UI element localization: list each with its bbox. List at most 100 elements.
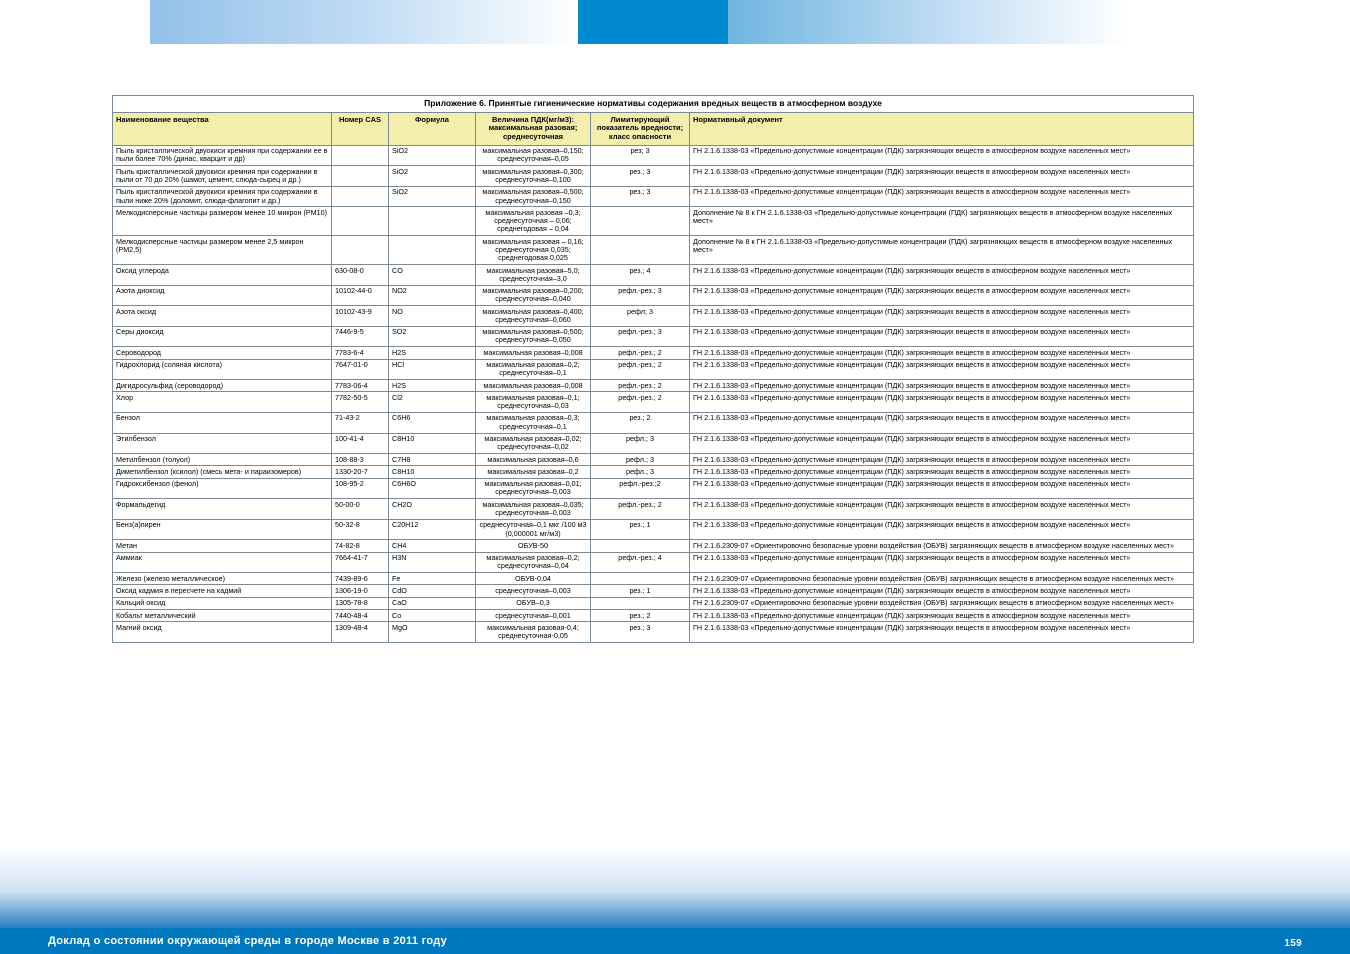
table-row: Этилбензол100-41-4C8H10максимальная разо…	[113, 434, 1193, 454]
table-cell: Диметилбензол (ксилол) (смесь мета- и па…	[113, 466, 331, 477]
table-cell: максимальная разовая–0,2; среднесуточная…	[476, 360, 590, 380]
table-cell: CH2O	[389, 499, 475, 519]
table-cell: ГН 2.1.6.2309-07 «Ориентировочно безопас…	[690, 598, 1193, 609]
table-cell: ГН 2.1.6.2309-07 «Ориентировочно безопас…	[690, 540, 1193, 551]
table-row: Оксид углерода630-08-0COмаксимальная раз…	[113, 265, 1193, 285]
table-cell	[591, 207, 689, 235]
table-cell: SiO2	[389, 166, 475, 186]
table-cell	[389, 207, 475, 235]
table-row: Метан74-82-8CH4ОБУВ-50ГН 2.1.6.2309-07 «…	[113, 540, 1193, 551]
table-cell: ГН 2.1.6.1338-03 «Предельно-допустимые к…	[690, 499, 1193, 519]
table-cell: 1306-19-0	[332, 585, 388, 596]
table-cell: 7439-89-6	[332, 573, 388, 584]
table-cell: 7782-50-5	[332, 392, 388, 412]
table-cell: максимальная разовая–0,6	[476, 454, 590, 465]
table-cell: ГН 2.1.6.1338-03 «Предельно-допустимые к…	[690, 265, 1193, 285]
table-cell: 1305-78-8	[332, 598, 388, 609]
table-cell: ГН 2.1.6.1338-03 «Предельно-допустимые к…	[690, 392, 1193, 412]
table-row: Сероводород7783-6-4H2Sмаксимальная разов…	[113, 347, 1193, 358]
table-cell: Co	[389, 610, 475, 621]
table-cell: ГН 2.1.6.1338-03 «Предельно-допустимые к…	[690, 553, 1193, 573]
table-cell: рез; 3	[591, 146, 689, 166]
table-cell: рефл.; 3	[591, 434, 689, 454]
table-cell: ГН 2.1.6.1338-03 «Предельно-допустимые к…	[690, 347, 1193, 358]
table-cell: ГН 2.1.6.1338-03 «Предельно-допустимые к…	[690, 610, 1193, 621]
table-cell: Пыль кристаллической двуокиси кремния пр…	[113, 187, 331, 207]
table-cell: ГН 2.1.6.1338-03 «Предельно-допустимые к…	[690, 585, 1193, 596]
table-cell: Дополнение № 8 к ГН 2.1.6.1338-03 «Преде…	[690, 207, 1193, 235]
table-cell: максимальная разовая–0,150; среднесуточн…	[476, 146, 590, 166]
table-cell: 50-32-8	[332, 520, 388, 540]
data-table: Приложение 6. Принятые гигиенические нор…	[112, 95, 1194, 643]
header-tab	[578, 0, 728, 44]
table-cell: Метан	[113, 540, 331, 551]
table-cell: ГН 2.1.6.1338-03 «Предельно-допустимые к…	[690, 479, 1193, 499]
table-cell: ГН 2.1.6.1338-03 «Предельно-допустимые к…	[690, 360, 1193, 380]
col-header: Формула	[389, 113, 475, 145]
table-cell: Азота диоксид	[113, 286, 331, 306]
table-cell: Пыль кристаллической двуокиси кремния пр…	[113, 166, 331, 186]
table-cell: среднесуточная–0,003	[476, 585, 590, 596]
table-cell: рез.; 4	[591, 265, 689, 285]
table-row: Кальций оксид1305-78-8CaOОБУВ–0,3ГН 2.1.…	[113, 598, 1193, 609]
table-cell: Азота оксид	[113, 306, 331, 326]
table-row: Гидроксибензол (фенол)108-95-2C6H6Oмакси…	[113, 479, 1193, 499]
table-row: Аммиак7664-41-7H3Nмаксимальная разовая–0…	[113, 553, 1193, 573]
table-cell: Оксид кадмия в пересчете на кадмий	[113, 585, 331, 596]
table-cell: SO2	[389, 327, 475, 347]
table-cell: рез.; 1	[591, 520, 689, 540]
table-cell	[591, 598, 689, 609]
table-row: Мелкодисперсные частицы размером менее 1…	[113, 207, 1193, 235]
table-cell: максимальная разовая–0,3; среднесуточная…	[476, 413, 590, 433]
table-cell: рефл.-рез.; 2	[591, 360, 689, 380]
table-cell: Метилбензол (толуол)	[113, 454, 331, 465]
table-row: Хлор7782-50-5Cl2максимальная разовая–0,1…	[113, 392, 1193, 412]
table-cell: NO	[389, 306, 475, 326]
table-cell: рефл.-рез.; 2	[591, 392, 689, 412]
table-cell: Cl2	[389, 392, 475, 412]
table-cell: ГН 2.1.6.1338-03 «Предельно-допустимые к…	[690, 454, 1193, 465]
table-cell: Fe	[389, 573, 475, 584]
table-cell: CdO	[389, 585, 475, 596]
table-cell: рефл.-рез.; 2	[591, 499, 689, 519]
col-header: Величина ПДК(мг/м3): максимальная разова…	[476, 113, 590, 145]
table-cell: рез.; 3	[591, 187, 689, 207]
table-cell: Гидрохлорид (соляная кислота)	[113, 360, 331, 380]
table-cell: 10102-43-9	[332, 306, 388, 326]
table-cell: рез.; 3	[591, 622, 689, 642]
table-cell: рез.; 3	[591, 166, 689, 186]
table-cell: H2S	[389, 380, 475, 391]
table-cell: C8H10	[389, 466, 475, 477]
table-cell: ГН 2.1.6.1338-03 «Предельно-допустимые к…	[690, 380, 1193, 391]
table-cell: Оксид углерода	[113, 265, 331, 285]
table-row: Дигидросульфид (сероводород)7783-06-4H2S…	[113, 380, 1193, 391]
table-cell: 7440-48-4	[332, 610, 388, 621]
table-cell: Формальдегид	[113, 499, 331, 519]
table-cell: Серы диоксид	[113, 327, 331, 347]
table-row: Бензол71-43-2C6H6максимальная разовая–0,…	[113, 413, 1193, 433]
table-cell: SiO2	[389, 187, 475, 207]
table-row: Пыль кристаллической двуокиси кремния пр…	[113, 146, 1193, 166]
table-cell	[332, 187, 388, 207]
table-cell: 108-88-3	[332, 454, 388, 465]
table-row: Метилбензол (толуол)108-88-3C7H8максимал…	[113, 454, 1193, 465]
table-cell: ГН 2.1.6.2309-07 «Ориентировочно безопас…	[690, 573, 1193, 584]
table-cell: ГН 2.1.6.1338-03 «Предельно-допустимые к…	[690, 187, 1193, 207]
table-cell: ОБУВ–0,3	[476, 598, 590, 609]
table-row: Пыль кристаллической двуокиси кремния пр…	[113, 166, 1193, 186]
table-cell: среднесуточная–0,1 мкг /100 м3 (0,000001…	[476, 520, 590, 540]
table-cell	[389, 236, 475, 264]
table-cell: Этилбензол	[113, 434, 331, 454]
table-cell	[332, 146, 388, 166]
table-header-row: Наименование вещества Номер CAS Формула …	[113, 113, 1193, 145]
table-cell	[591, 540, 689, 551]
table-cell: Гидроксибензол (фенол)	[113, 479, 331, 499]
table-cell: Дополнение № 8 к ГН 2.1.6.1338-03 «Преде…	[690, 236, 1193, 264]
table-container: Приложение 6. Принятые гигиенические нор…	[112, 95, 1194, 643]
table-cell: C8H10	[389, 434, 475, 454]
table-cell: ГН 2.1.6.1338-03 «Предельно-допустимые к…	[690, 146, 1193, 166]
table-cell: рефл.-рез.; 3	[591, 286, 689, 306]
table-cell: C20H12	[389, 520, 475, 540]
table-cell: 1309-48-4	[332, 622, 388, 642]
col-header: Лимитирующий показатель вредности; класс…	[591, 113, 689, 145]
